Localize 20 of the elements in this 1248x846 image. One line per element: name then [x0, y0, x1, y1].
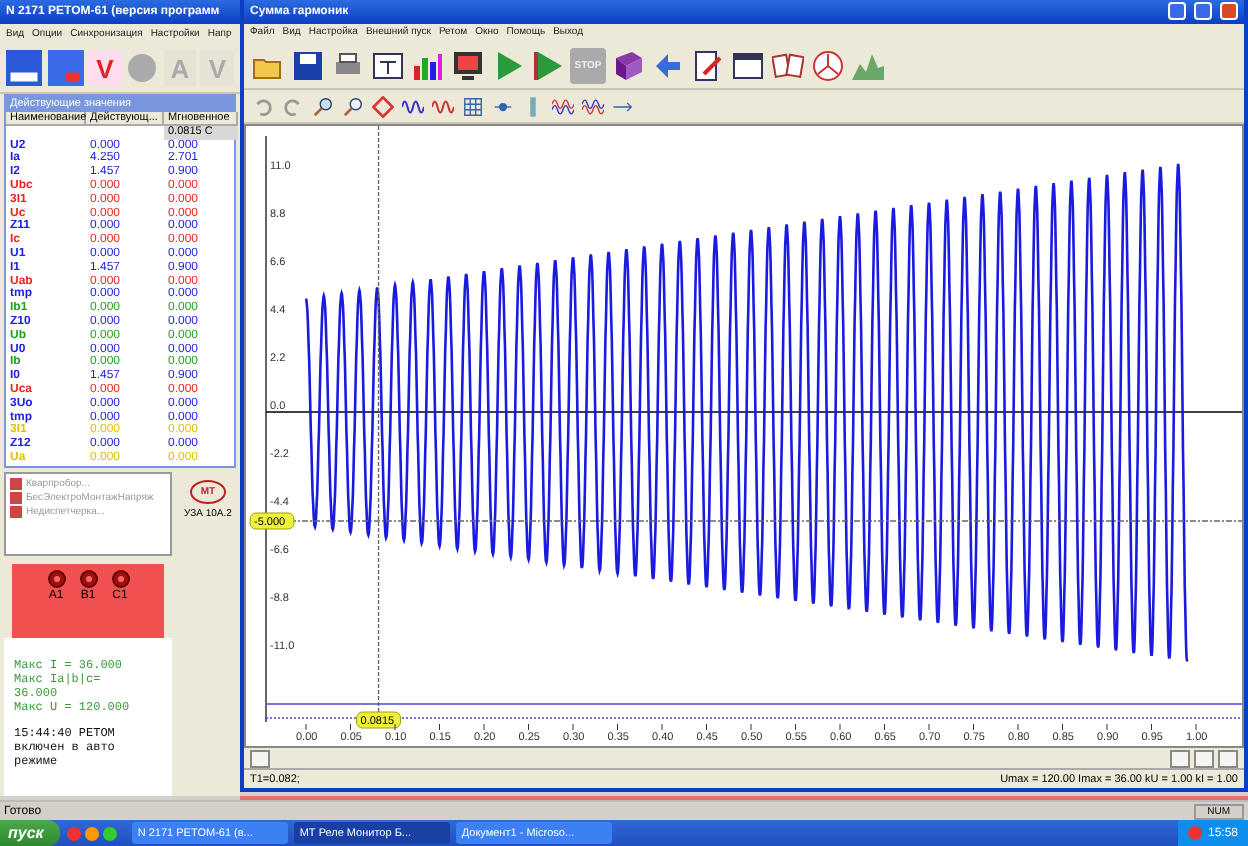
- window-icon[interactable]: [730, 47, 766, 84]
- circle-diagram-icon[interactable]: [810, 47, 846, 84]
- display-panel-icon[interactable]: [6, 48, 44, 88]
- meter-button[interactable]: V: [88, 50, 122, 86]
- save-icon[interactable]: [290, 47, 326, 84]
- scroll-button[interactable]: [250, 749, 270, 768]
- scroll-button[interactable]: [1170, 749, 1190, 768]
- minimize-button[interactable]: [1168, 2, 1186, 21]
- monitor-icon[interactable]: [450, 47, 486, 84]
- step-play-icon[interactable]: [530, 47, 566, 84]
- start-button[interactable]: пуск: [0, 820, 60, 846]
- zoom-out-icon[interactable]: [340, 93, 366, 120]
- tray-icon: [1187, 826, 1202, 840]
- document-edit-icon[interactable]: [690, 47, 726, 84]
- text-window-icon[interactable]: [370, 47, 406, 84]
- close-button[interactable]: [1220, 2, 1238, 21]
- zoom-in-icon[interactable]: [310, 93, 336, 120]
- grid-icon[interactable]: [460, 93, 486, 120]
- display-panel-icon[interactable]: [47, 48, 85, 88]
- maximize-button[interactable]: [1194, 2, 1212, 21]
